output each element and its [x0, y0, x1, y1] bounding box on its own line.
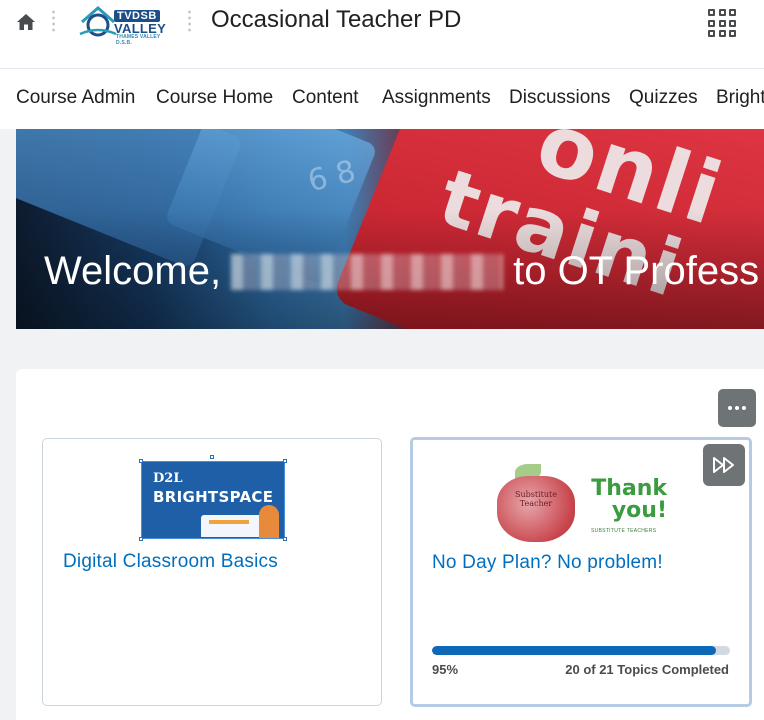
- welcome-heading: Welcome, to OT Profess: [44, 249, 759, 294]
- redacted-user-name: [231, 253, 504, 290]
- course-title[interactable]: Occasional Teacher PD: [211, 6, 461, 34]
- more-options-button[interactable]: [718, 389, 756, 427]
- nav-discussions[interactable]: Discussions: [509, 87, 610, 109]
- nav-assignments[interactable]: Assignments: [382, 87, 491, 109]
- header-separator: [52, 9, 55, 33]
- progress-bar-fill: [432, 646, 716, 655]
- home-button[interactable]: [12, 9, 40, 35]
- top-header: TVDSB VALLEY THAMES VALLEY D.S.B. Occasi…: [0, 0, 764, 68]
- nav-course-home[interactable]: Course Home: [156, 87, 273, 109]
- nav-quizzes[interactable]: Quizzes: [629, 87, 698, 109]
- resize-handle[interactable]: [283, 459, 287, 463]
- header-separator: [188, 9, 191, 33]
- home-icon: [17, 14, 35, 30]
- welcome-prefix: Welcome,: [44, 249, 222, 293]
- brightspace-card-image[interactable]: D2L BRIGHTSPACE: [141, 461, 285, 539]
- apple-word-cloud-text: Substitute Teacher: [515, 490, 557, 508]
- course-card[interactable]: Substitute Teacher Thank you! SUBSTITUTE…: [410, 437, 752, 707]
- resize-handle[interactable]: [139, 459, 143, 463]
- progress-count: 20 of 21 Topics Completed: [565, 662, 729, 677]
- thank-you-text: Thank you!: [591, 476, 667, 523]
- nav-course-admin[interactable]: Course Admin: [16, 87, 135, 109]
- continue-button[interactable]: [703, 444, 745, 486]
- school-board-logo[interactable]: TVDSB VALLEY THAMES VALLEY D.S.B.: [78, 4, 168, 46]
- progress-percent: 95%: [432, 662, 459, 677]
- course-card[interactable]: D2L BRIGHTSPACE Digital Classroom Basics: [42, 438, 382, 706]
- fast-forward-icon: [713, 457, 734, 473]
- resize-handle[interactable]: [210, 455, 214, 459]
- logo-text-sub: THAMES VALLEY D.S.B.: [116, 34, 161, 46]
- card-title-link[interactable]: No Day Plan? No problem!: [432, 552, 663, 574]
- banner-shade: [16, 129, 764, 329]
- resize-handle[interactable]: [283, 537, 287, 541]
- welcome-suffix: to OT Profess: [513, 249, 760, 293]
- nav-content[interactable]: Content: [292, 87, 359, 109]
- course-navbar: Course Admin Course Home Content Assignm…: [0, 68, 764, 129]
- logo-emblem-icon: [79, 6, 117, 37]
- progress-bar: [432, 646, 730, 655]
- resize-handle[interactable]: [139, 537, 143, 541]
- nav-brightspace[interactable]: Bright: [716, 87, 764, 109]
- course-banner: 6 8 onli traini Welcome, to OT Profess: [16, 129, 764, 329]
- image-selection-outline: [141, 461, 285, 539]
- card-title-link[interactable]: Digital Classroom Basics: [63, 551, 278, 573]
- apple-word-cloud-icon: [497, 476, 575, 542]
- thank-you-card-image[interactable]: Substitute Teacher Thank you! SUBSTITUTE…: [497, 462, 667, 546]
- more-options-icon: [728, 406, 732, 410]
- substitute-teachers-text: SUBSTITUTE TEACHERS: [591, 528, 657, 534]
- waffle-grid-icon[interactable]: [706, 7, 738, 39]
